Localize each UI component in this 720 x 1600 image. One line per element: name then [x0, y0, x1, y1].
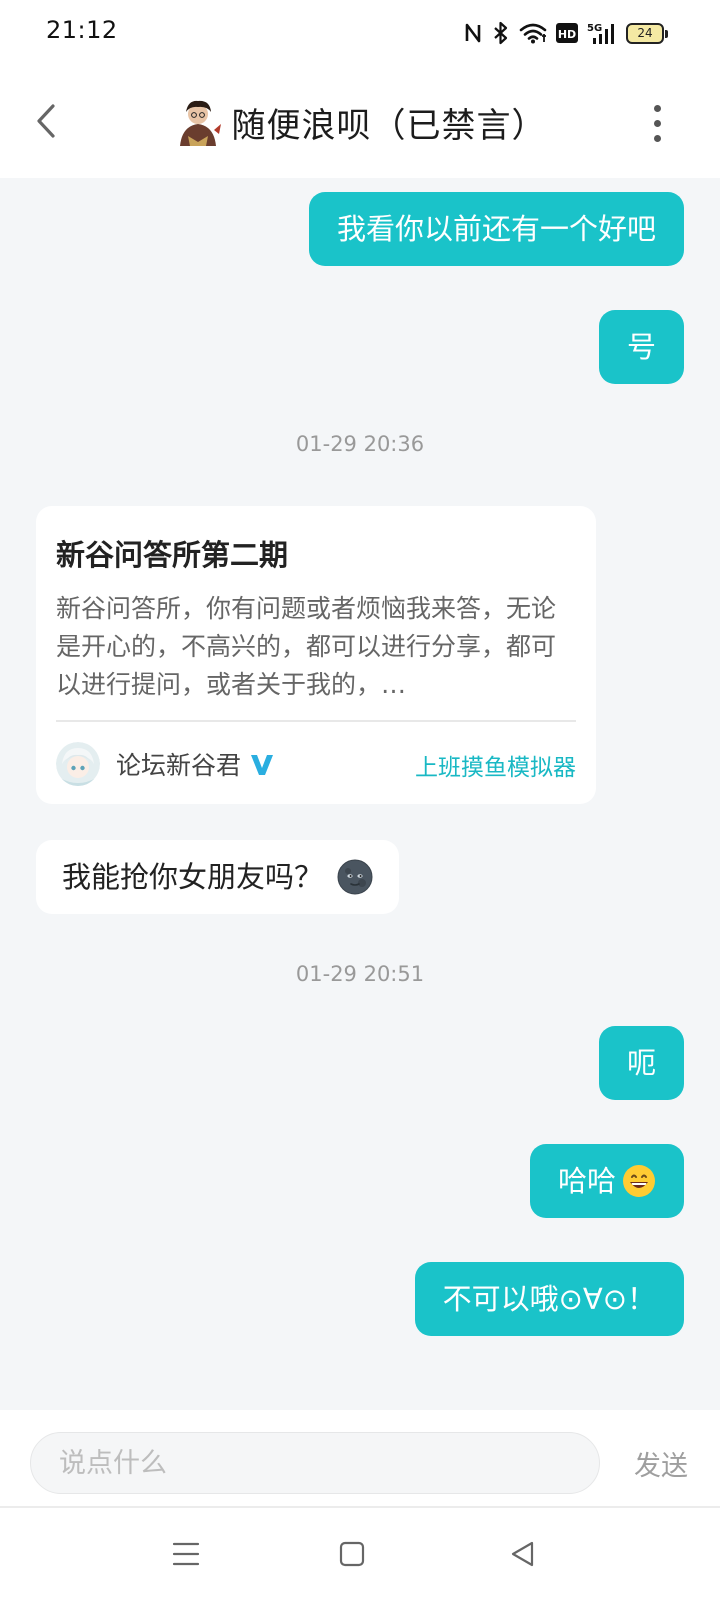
send-button[interactable]: 发送 — [634, 1444, 688, 1483]
back-triangle-icon — [511, 1541, 534, 1567]
card-body: 新谷问答所，你有问题或者烦恼我来答，无论是开心的，不高兴的，都可以进行分享，都可… — [56, 594, 557, 699]
nfc-icon — [465, 23, 481, 43]
nav-home-button[interactable] — [332, 1534, 372, 1574]
card-author[interactable]: 论坛新谷君 — [56, 742, 275, 786]
chat-area[interactable]: 我看你以前还有一个好吧 号 01-29 20:36 新谷问答所第二期 新谷问答所… — [0, 178, 720, 1410]
chat-header: 随便浪呗（已禁言） — [0, 66, 720, 178]
status-time: 21:12 — [46, 16, 118, 44]
message-timestamp: 01-29 20:51 — [295, 962, 425, 986]
contact-avatar[interactable] — [174, 96, 222, 148]
card-title: 新谷问答所第二期 — [56, 538, 289, 572]
message-input-bar: 发送 — [0, 1410, 720, 1506]
svg-text:5G: 5G — [587, 23, 602, 34]
verified-badge-icon — [251, 755, 274, 775]
message-bubble-outgoing[interactable]: 不可以哦⊙∀⊙！ — [414, 1262, 684, 1336]
message-text: 我能抢你女朋友吗？ — [62, 860, 324, 894]
new-moon-face-icon — [337, 859, 373, 895]
message-bubble-outgoing[interactable]: 我看你以前还有一个好吧 — [308, 192, 684, 266]
wifi-icon — [519, 23, 547, 44]
status-icons: HD 5G 24 — [463, 18, 668, 48]
message-bubble-outgoing[interactable]: 号 — [598, 310, 684, 384]
card-divider — [56, 720, 576, 722]
more-button[interactable] — [642, 100, 672, 146]
message-text: 哈哈 — [557, 1164, 616, 1198]
card-topic-link[interactable]: 上班摸鱼模拟器 — [415, 748, 576, 782]
message-input[interactable] — [30, 1432, 600, 1494]
page-title: 随便浪呗（已禁言） — [231, 105, 547, 146]
card-author-name: 论坛新谷君 — [116, 751, 242, 780]
svg-text:HD: HD — [558, 28, 576, 41]
message-bubble-outgoing[interactable]: 呃 — [598, 1026, 684, 1100]
nav-menu-button[interactable] — [166, 1534, 206, 1574]
title-wrap: 随便浪呗（已禁言） — [0, 94, 720, 150]
system-navigation-bar — [0, 1508, 720, 1600]
home-square-icon — [339, 1541, 365, 1567]
author-avatar — [56, 742, 100, 786]
signal-5g-icon: 5G — [587, 23, 614, 44]
nav-back-button[interactable] — [502, 1534, 542, 1574]
more-vertical-icon — [653, 104, 661, 112]
hd-icon: HD — [556, 23, 578, 43]
message-bubble-outgoing[interactable]: 哈哈 — [529, 1144, 684, 1218]
menu-icon — [172, 1542, 200, 1566]
battery-icon: 24 — [626, 22, 668, 44]
status-bar: 21:12 HD 5G 24 — [0, 0, 720, 66]
message-bubble-incoming[interactable]: 我能抢你女朋友吗？ — [36, 840, 400, 914]
bluetooth-icon — [494, 21, 508, 45]
grinning-face-icon — [623, 1165, 655, 1197]
shared-post-card[interactable]: 新谷问答所第二期 新谷问答所，你有问题或者烦恼我来答，无论是开心的，不高兴的，都… — [36, 506, 596, 804]
message-timestamp: 01-29 20:36 — [295, 432, 425, 456]
